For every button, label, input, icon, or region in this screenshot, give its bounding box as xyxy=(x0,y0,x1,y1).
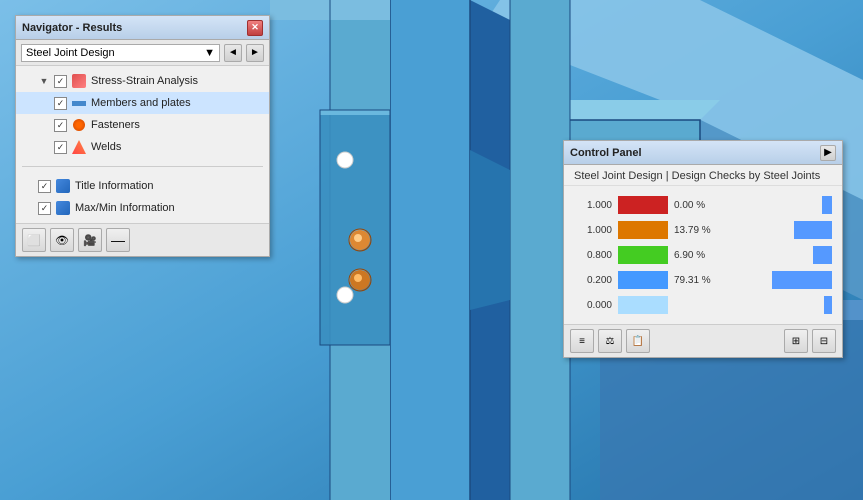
cp-bar-3 xyxy=(813,246,832,264)
cp-titlebar: Control Panel ▶ xyxy=(564,141,842,165)
checkbox-title-info[interactable] xyxy=(38,180,51,193)
cp-row-4: 0.200 79.31 % xyxy=(574,269,832,291)
control-panel: Control Panel ▶ Steel Joint Design | Des… xyxy=(563,140,843,358)
cp-color-blue xyxy=(618,271,668,289)
cp-color-red xyxy=(618,196,668,214)
checkbox-fasteners[interactable] xyxy=(54,119,67,132)
tree-label-members-plates: Members and plates xyxy=(91,97,191,109)
tree-item-members-plates[interactable]: Members and plates xyxy=(16,92,269,114)
cp-list-button[interactable]: ≡ xyxy=(570,329,594,353)
cp-pct-1: 0.00 % xyxy=(674,200,816,211)
cp-color-orange xyxy=(618,221,668,239)
cp-value-3: 0.800 xyxy=(574,250,612,261)
tree-label-fasteners: Fasteners xyxy=(91,119,140,131)
cp-row-3: 0.800 6.90 % xyxy=(574,244,832,266)
tree-item-fasteners[interactable]: Fasteners xyxy=(16,114,269,136)
cp-value-2: 1.000 xyxy=(574,225,612,236)
cp-table-button[interactable]: ⊟ xyxy=(812,329,836,353)
cp-pct-2: 13.79 % xyxy=(674,225,788,236)
cp-bar-4 xyxy=(772,271,832,289)
nav-bottom-toolbar: ⬜ 👁 🎥 — xyxy=(16,223,269,256)
cp-row-1: 1.000 0.00 % xyxy=(574,194,832,216)
title-info-icon xyxy=(55,178,71,194)
cp-row-2: 1.000 13.79 % xyxy=(574,219,832,241)
cp-export-button[interactable]: 📋 xyxy=(626,329,650,353)
cp-value-5: 0.000 xyxy=(574,300,612,311)
checkbox-welds[interactable] xyxy=(54,141,67,154)
cp-arrow-button[interactable]: ▶ xyxy=(820,145,836,161)
cp-footer: ≡ ⚖ 📋 ⊞ ⊟ xyxy=(564,324,842,357)
nav-tool-view-button[interactable]: ⬜ xyxy=(22,228,46,252)
expand-icon: ▼ xyxy=(38,75,50,87)
cp-pct-3: 6.90 % xyxy=(674,250,807,261)
cp-footer-left: ≡ ⚖ 📋 xyxy=(570,329,650,353)
maxmin-icon xyxy=(55,200,71,216)
tree-item-maxmin-info[interactable]: Max/Min Information xyxy=(16,197,269,219)
nav-dropdown[interactable]: Steel Joint Design ▼ xyxy=(21,44,220,62)
nav-tool-line-button[interactable]: — xyxy=(106,228,130,252)
cp-color-light-blue xyxy=(618,296,668,314)
cp-scale-button[interactable]: ⚖ xyxy=(598,329,622,353)
cp-bar-5 xyxy=(824,296,832,314)
nav-tree: ▼ Stress-Strain Analysis Members and pla… xyxy=(16,66,269,162)
nav-dropdown-bar: Steel Joint Design ▼ ◄ ► xyxy=(16,40,269,66)
nav-separator xyxy=(22,166,263,167)
checkbox-maxmin-info[interactable] xyxy=(38,202,51,215)
cp-pct-4: 79.31 % xyxy=(674,275,766,286)
nav-tool-eye-button[interactable]: 👁 xyxy=(50,228,74,252)
cp-row-5: 0.000 xyxy=(574,294,832,316)
cp-chart-area: 1.000 0.00 % 1.000 13.79 % 0.800 6.90 % … xyxy=(564,186,842,324)
tree-item-stress-strain[interactable]: ▼ Stress-Strain Analysis xyxy=(16,70,269,92)
cp-value-1: 1.000 xyxy=(574,200,612,211)
navigator-title: Navigator - Results xyxy=(22,22,122,34)
cp-bar-1 xyxy=(822,196,832,214)
cp-grid-button[interactable]: ⊞ xyxy=(784,329,808,353)
members-icon xyxy=(71,95,87,111)
tree-label-stress-strain: Stress-Strain Analysis xyxy=(91,75,198,87)
nav-footer: Title Information Max/Min Information xyxy=(16,171,269,223)
navigator-close-button[interactable]: ✕ xyxy=(247,20,263,36)
nav-tool-camera-button[interactable]: 🎥 xyxy=(78,228,102,252)
checkbox-stress-strain[interactable] xyxy=(54,75,67,88)
welds-icon xyxy=(71,139,87,155)
navigator-titlebar: Navigator - Results ✕ xyxy=(16,16,269,40)
cp-footer-right: ⊞ ⊟ xyxy=(784,329,836,353)
nav-dropdown-value: Steel Joint Design xyxy=(26,47,115,59)
tree-item-welds[interactable]: Welds xyxy=(16,136,269,158)
tree-item-title-info[interactable]: Title Information xyxy=(16,175,269,197)
cp-title: Control Panel xyxy=(570,147,642,159)
cp-bar-2 xyxy=(794,221,832,239)
cp-color-green xyxy=(618,246,668,264)
nav-next-button[interactable]: ► xyxy=(246,44,264,62)
tree-label-title-info: Title Information xyxy=(75,180,153,192)
tree-label-maxmin-info: Max/Min Information xyxy=(75,202,175,214)
fasteners-icon xyxy=(71,117,87,133)
nav-prev-button[interactable]: ◄ xyxy=(224,44,242,62)
chevron-down-icon: ▼ xyxy=(204,47,215,59)
cp-subtitle: Steel Joint Design | Design Checks by St… xyxy=(564,165,842,186)
checkbox-members-plates[interactable] xyxy=(54,97,67,110)
navigator-panel: Navigator - Results ✕ Steel Joint Design… xyxy=(15,15,270,257)
tree-label-welds: Welds xyxy=(91,141,121,153)
stress-icon xyxy=(71,73,87,89)
cp-value-4: 0.200 xyxy=(574,275,612,286)
